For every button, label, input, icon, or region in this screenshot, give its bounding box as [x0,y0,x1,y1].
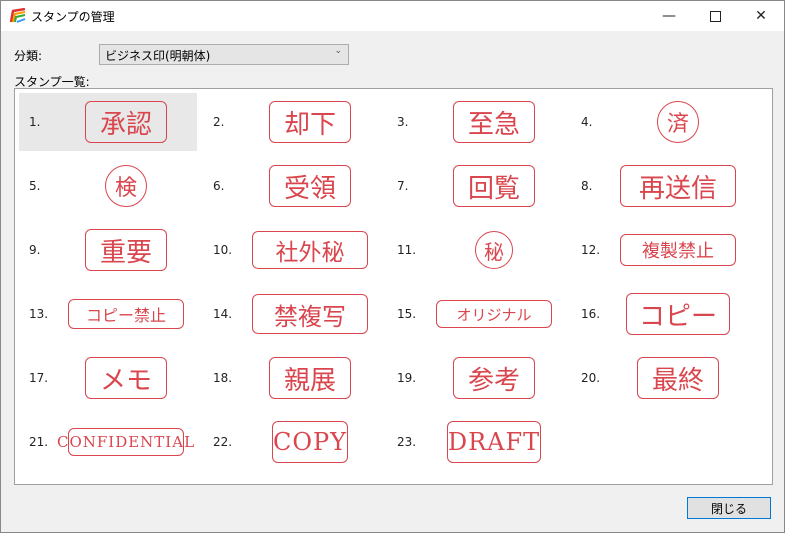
category-value: ビジネス印(明朝体) [105,49,211,63]
stamp-list-item[interactable]: 17. メモ [19,349,197,407]
minimize-button[interactable]: — [646,1,692,31]
stamp-image: コピー [626,293,730,335]
stamp-number: 8. [581,179,593,193]
stamp-number: 10. [213,243,233,257]
stamp-image: 再送信 [620,165,736,207]
window-title: スタンプの管理 [31,10,115,24]
stamp-number: 1. [29,115,41,129]
stamp-list-item[interactable]: 20. 最終 [571,349,749,407]
stamp-image: CONFIDENTIAL [57,428,194,456]
category-select[interactable]: ビジネス印(明朝体) ⌄ [99,44,349,65]
stamp-list-item[interactable]: 8. 再送信 [571,157,749,215]
stamp-list-item[interactable]: 7. 回覧 [387,157,565,215]
chevron-down-icon: ⌄ [334,46,342,56]
stamp-list-item[interactable]: 2. 却下 [203,93,381,151]
stamp-number: 15. [397,307,417,321]
stamp-number: 17. [29,371,49,385]
stamp-image: 回覧 [453,165,535,207]
stamp-number: 7. [397,179,409,193]
stamp-list-item[interactable]: 16. コピー [571,285,749,343]
stamp-list-item[interactable]: 18. 親展 [203,349,381,407]
minimize-icon: — [662,8,676,24]
stamp-number: 2. [213,115,225,129]
stamp-image: 受領 [269,165,351,207]
stamp-number: 23. [397,435,417,449]
close-button[interactable]: 閉じる [687,497,771,519]
category-label: 分類: [14,49,43,63]
stamp-image: コピー禁止 [68,299,184,329]
close-window-button[interactable]: ✕ [738,1,784,31]
stamp-image: 秘 [475,231,513,269]
stamp-list[interactable]: 1. 承認 2. 却下 3. 至急 4. 済 5. 検 6. 受領 7. 回覧 8. 再送信 9. 重要 10. 社外… [14,88,773,485]
stamp-image: メモ [85,357,167,399]
stamp-list-item[interactable]: 15. オリジナル [387,285,565,343]
stamp-list-item[interactable]: 13. コピー禁止 [19,285,197,343]
stamp-list-item[interactable]: 5. 検 [19,157,197,215]
stamp-number: 20. [581,371,601,385]
stamp-number: 12. [581,243,601,257]
maximize-button[interactable] [692,1,738,31]
stamp-list-item[interactable]: 23. DRAFT [387,413,565,471]
stamp-number: 3. [397,115,409,129]
stamp-number: 11. [397,243,417,257]
stamp-image: 承認 [85,101,167,143]
stamp-list-item[interactable]: 12. 複製禁止 [571,221,749,279]
stamp-list-item[interactable]: 4. 済 [571,93,749,151]
stamp-list-item[interactable]: 22. COPY [203,413,381,471]
stamp-number: 19. [397,371,417,385]
stamp-list-item[interactable]: 3. 至急 [387,93,565,151]
stamp-list-item[interactable]: 10. 社外秘 [203,221,381,279]
stamp-number: 13. [29,307,49,321]
close-icon: ✕ [755,8,767,24]
stamp-image: 親展 [269,357,351,399]
maximize-icon [709,10,721,22]
stamp-image: 検 [105,165,147,207]
stamp-list-item[interactable]: 19. 参考 [387,349,565,407]
stamp-list-item[interactable]: 11. 秘 [387,221,565,279]
stamp-list-item[interactable]: 14. 禁複写 [203,285,381,343]
stamp-number: 9. [29,243,41,257]
stamp-image: 禁複写 [252,294,368,334]
stamp-image: COPY [272,421,348,463]
stamp-number: 6. [213,179,225,193]
stamp-number: 21. [29,435,49,449]
stamp-manager-window: スタンプの管理 — ✕ 分類: ビジネス印(明朝体) ⌄ スタンプ一覧: 1. 承… [0,0,785,533]
stamp-number: 5. [29,179,41,193]
stamp-image: 最終 [637,357,719,399]
stamp-image: 却下 [269,101,351,143]
stamp-number: 16. [581,307,601,321]
stamp-image: DRAFT [447,421,541,463]
stamp-list-item[interactable]: 1. 承認 [19,93,197,151]
stamp-image: 重要 [85,229,167,271]
stamp-image: オリジナル [436,300,552,328]
stamp-image: 社外秘 [252,231,368,269]
stamp-image: 済 [657,101,699,143]
stamp-list-item[interactable]: 6. 受領 [203,157,381,215]
stamp-number: 22. [213,435,233,449]
stamp-number: 18. [213,371,233,385]
stamp-number: 4. [581,115,593,129]
app-icon [9,8,26,23]
stamp-image: 複製禁止 [620,234,736,266]
stamp-image: 至急 [453,101,535,143]
stamp-list-item[interactable]: 21. CONFIDENTIAL [19,413,197,471]
title-bar: スタンプの管理 — ✕ [1,1,784,31]
stamp-image: 参考 [453,357,535,399]
stamp-list-item[interactable]: 9. 重要 [19,221,197,279]
stamp-number: 14. [213,307,233,321]
